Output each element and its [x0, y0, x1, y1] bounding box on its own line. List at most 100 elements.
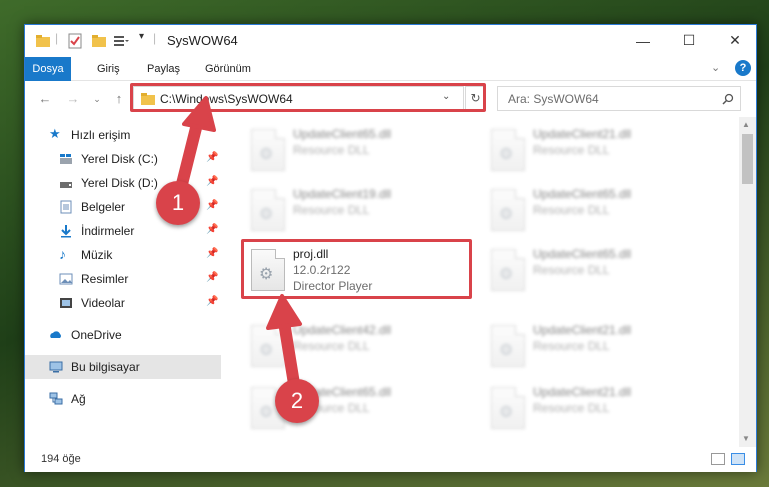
file-item[interactable]: UpdateClient19.dll Resource DLL — [243, 181, 463, 239]
file-description: Resource DLL — [293, 203, 370, 217]
pin-icon[interactable]: 📌 — [206, 296, 218, 307]
up-button[interactable]: ↑ — [109, 89, 129, 109]
pin-icon[interactable]: 📌 — [206, 200, 218, 211]
sidebar-item-label: Ağ — [71, 392, 86, 406]
sidebar-item-label: Yerel Disk (D:) — [81, 176, 158, 190]
search-icon — [722, 93, 734, 105]
title-separator: | — [55, 31, 59, 45]
file-item[interactable]: UpdateClient65.dll Resource DLL — [483, 241, 703, 299]
pin-icon[interactable]: 📌 — [206, 224, 218, 235]
pin-icon[interactable]: 📌 — [206, 152, 218, 163]
pin-icon[interactable]: 📌 — [206, 248, 218, 259]
scroll-down-icon[interactable]: ▼ — [742, 434, 750, 443]
downloads-icon — [61, 225, 71, 238]
properties-icon[interactable] — [67, 33, 83, 49]
file-item[interactable]: UpdateClient21.dll Resource DLL — [483, 317, 703, 375]
drive-icon — [60, 154, 72, 164]
file-description: Resource DLL — [293, 143, 370, 157]
sidebar-item-label: OneDrive — [71, 328, 122, 342]
tab-view[interactable]: Görünüm — [193, 57, 263, 81]
file-name: UpdateClient65.dll — [533, 247, 632, 261]
dll-file-icon — [251, 325, 285, 367]
file-name: UpdateClient65.dll — [293, 127, 392, 141]
status-bar: 194 öğe — [25, 447, 756, 472]
sidebar-item-videos[interactable]: Videolar 📌 — [25, 291, 221, 315]
details-view-icon[interactable] — [711, 453, 725, 465]
sidebar-item-downloads[interactable]: İndirmeler 📌 — [25, 219, 221, 243]
computer-icon — [49, 361, 63, 373]
file-name: UpdateClient42.dll — [293, 323, 392, 337]
file-description: Resource DLL — [533, 339, 610, 353]
folder-icon — [36, 35, 50, 47]
sidebar-item-onedrive[interactable]: OneDrive — [25, 323, 221, 347]
step-1-badge: 1 — [156, 181, 200, 225]
dll-file-icon — [491, 129, 525, 171]
file-description: Resource DLL — [533, 203, 610, 217]
sidebar-item-music[interactable]: ♪ Müzik 📌 — [25, 243, 221, 267]
address-bar-highlight — [130, 83, 486, 112]
onedrive-icon — [50, 331, 61, 338]
search-input[interactable]: Ara: SysWOW64 — [497, 86, 741, 111]
file-item[interactable]: UpdateClient42.dll Resource DLL — [243, 317, 463, 375]
file-highlight — [241, 239, 472, 299]
file-description: Resource DLL — [533, 263, 610, 277]
file-item[interactable]: UpdateClient65.dll Resource DLL — [243, 121, 463, 179]
file-name: UpdateClient21.dll — [533, 385, 632, 399]
new-folder-icon[interactable] — [91, 33, 107, 49]
ribbon-tabs: Dosya Giriş Paylaş Görünüm ⌄ ? — [25, 57, 756, 115]
file-item[interactable]: UpdateClient21.dll Resource DLL — [483, 121, 703, 179]
sidebar-item-pictures[interactable]: Resimler 📌 — [25, 267, 221, 291]
title-separator-2: | — [153, 31, 157, 45]
navigation-pane: ★ Hızlı erişim Yerel Disk (C:) 📌 Yerel D… — [25, 117, 221, 447]
dll-file-icon — [251, 189, 285, 231]
sidebar-item-label: Müzik — [81, 248, 113, 262]
sidebar-item-label: Bu bilgisayar — [71, 360, 140, 374]
back-button[interactable]: ← — [35, 89, 55, 109]
sidebar-item-label: Resimler — [81, 272, 129, 286]
item-count: 194 öğe — [41, 453, 81, 465]
pin-icon[interactable]: 📌 — [206, 176, 218, 187]
toolbar-dropdown-icon[interactable]: ▾ — [139, 31, 144, 42]
file-item[interactable]: UpdateClient65.dll Resource DLL — [483, 181, 703, 239]
sidebar-item-quick-access[interactable]: ★ Hızlı erişim — [25, 123, 221, 147]
music-icon: ♪ — [59, 246, 66, 262]
sidebar-item-local-disk-c[interactable]: Yerel Disk (C:) 📌 — [25, 147, 221, 171]
window-title: SysWOW64 — [167, 33, 238, 48]
file-name: UpdateClient19.dll — [293, 187, 392, 201]
file-description: Resource DLL — [533, 401, 610, 415]
pin-icon[interactable]: 📌 — [206, 272, 218, 283]
vertical-scrollbar[interactable]: ▲ ▼ — [739, 117, 756, 447]
file-name: UpdateClient21.dll — [533, 127, 632, 141]
title-bar: | ▾ | SysWOW64 — ☐ ✕ — [25, 25, 756, 57]
dll-file-icon — [491, 325, 525, 367]
close-button[interactable]: ✕ — [712, 25, 758, 56]
sidebar-item-label: Yerel Disk (C:) — [81, 152, 158, 166]
file-name: UpdateClient21.dll — [533, 323, 632, 337]
file-item[interactable]: UpdateClient21.dll Resource DLL — [483, 379, 703, 437]
recent-locations-icon[interactable]: ⌄ — [87, 89, 107, 109]
sidebar-item-label: Hızlı erişim — [71, 128, 131, 142]
expand-ribbon-icon[interactable]: ⌄ — [711, 61, 720, 74]
dll-file-icon — [491, 387, 525, 429]
documents-icon — [60, 200, 72, 214]
file-description: Resource DLL — [293, 339, 370, 353]
sidebar-item-this-pc[interactable]: Bu bilgisayar — [25, 355, 221, 379]
tiles-view-icon[interactable] — [731, 453, 745, 465]
pictures-icon — [59, 273, 73, 285]
dll-file-icon — [491, 249, 525, 291]
sidebar-item-network[interactable]: Ağ — [25, 387, 221, 411]
file-description: Resource DLL — [533, 143, 610, 157]
tab-share[interactable]: Paylaş — [135, 57, 192, 81]
tab-home[interactable]: Giriş — [85, 57, 132, 81]
search-placeholder: Ara: SysWOW64 — [508, 92, 599, 106]
sidebar-item-label: Belgeler — [81, 200, 126, 214]
scroll-up-icon[interactable]: ▲ — [742, 120, 750, 129]
help-icon[interactable]: ? — [735, 60, 751, 76]
minimize-button[interactable]: — — [620, 25, 666, 56]
scrollbar-thumb[interactable] — [742, 134, 753, 184]
customize-toolbar-icon[interactable] — [113, 33, 129, 49]
forward-button[interactable]: → — [63, 89, 83, 109]
maximize-button[interactable]: ☐ — [666, 25, 712, 56]
network-icon — [49, 392, 63, 405]
step-2-badge: 2 — [275, 379, 319, 423]
